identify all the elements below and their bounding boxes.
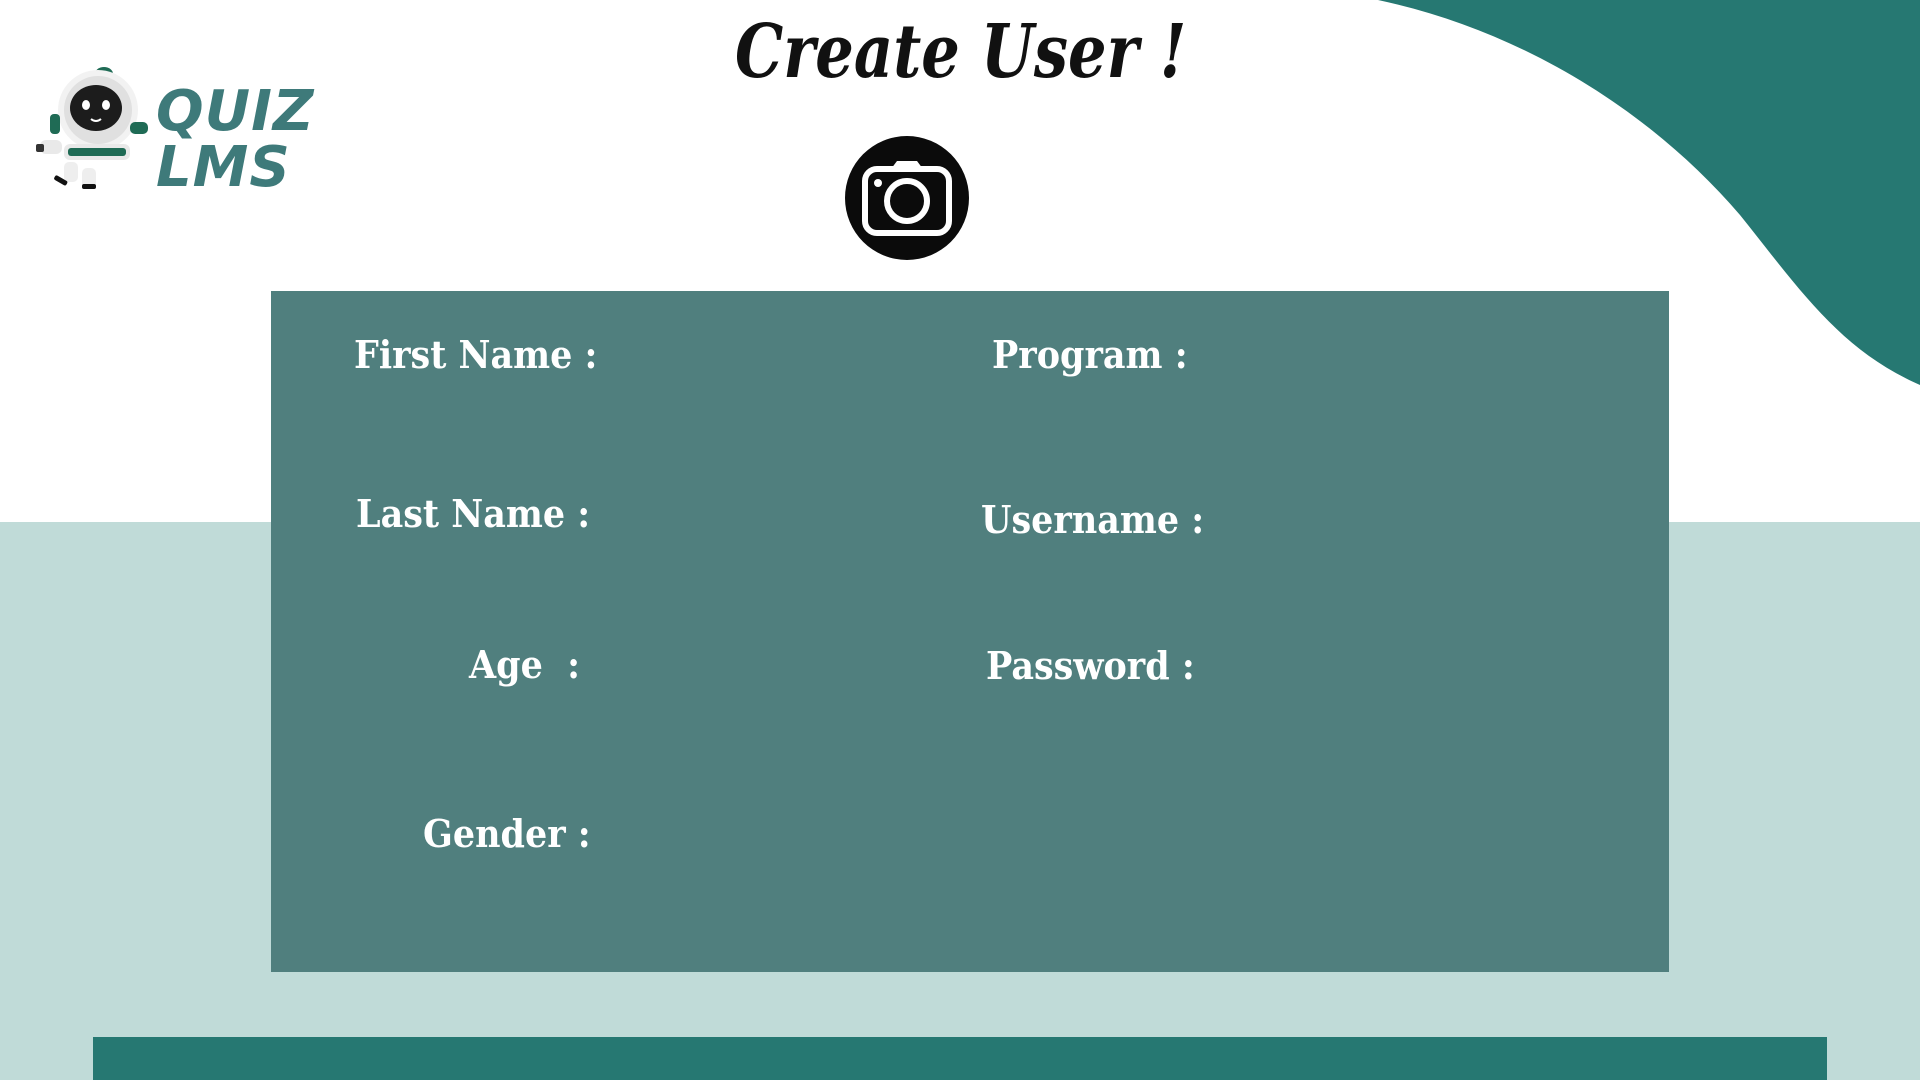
logo-text: QUIZ LMS	[156, 79, 315, 200]
last-name-label: Last Name :	[356, 491, 591, 536]
robot-mascot-icon	[36, 67, 148, 189]
program-label: Program :	[992, 332, 1188, 377]
age-label: Age :	[469, 642, 581, 687]
username-label: Username :	[981, 497, 1205, 542]
upload-photo-button[interactable]	[845, 136, 969, 260]
footer-bar	[93, 1037, 1827, 1080]
app-logo[interactable]: QUIZ LMS	[34, 58, 394, 200]
form-panel	[271, 291, 1669, 972]
password-label: Password :	[986, 643, 1195, 688]
page-title: Create User !	[735, 9, 1187, 95]
gender-label: Gender :	[423, 811, 591, 856]
create-user-page: QUIZ LMS Create User ! First Name : Last…	[0, 0, 1920, 1080]
first-name-label: First Name :	[354, 332, 598, 377]
camera-icon	[862, 161, 952, 236]
